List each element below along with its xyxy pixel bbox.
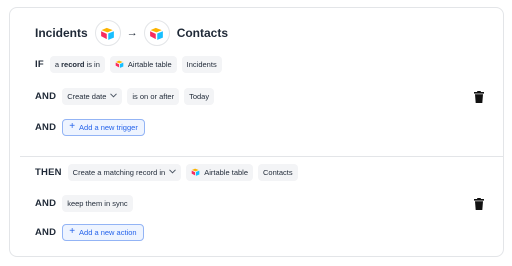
arrow-right-icon: →: [126, 27, 138, 39]
operator-chip[interactable]: is on or after: [127, 87, 180, 105]
record-scope-chip[interactable]: a record is in: [49, 55, 105, 73]
then-keyword: THEN: [35, 166, 62, 178]
filter-condition-row: AND Create date is on or after Today: [35, 87, 219, 105]
then-action-row: THEN Create a matching record in Airtabl…: [35, 163, 303, 181]
chip-suffix: is in: [86, 59, 100, 69]
field-select[interactable]: Create date: [62, 87, 123, 105]
trash-icon[interactable]: [474, 197, 484, 210]
trash-icon[interactable]: [474, 90, 484, 103]
airtable-logo-icon: [143, 20, 170, 46]
add-trigger-button[interactable]: + Add a new trigger: [62, 118, 145, 136]
destination-table-chip[interactable]: Contacts: [258, 163, 298, 181]
sync-option-row: AND keep them in sync: [35, 194, 138, 212]
add-trigger-label: Add a new trigger: [79, 122, 138, 132]
chevron-down-icon: [169, 168, 177, 176]
destination-app-chip[interactable]: Airtable table: [186, 163, 253, 181]
airtable-logo-icon: [94, 20, 121, 46]
add-action-label: Add a new action: [79, 227, 137, 237]
field-select-label: Create date: [67, 91, 107, 101]
sync-rule-card: Incidents → Contacts IF a record is in A…: [9, 7, 504, 257]
add-action-row: AND + Add a new action: [35, 223, 144, 241]
add-trigger-row: AND + Add a new trigger: [35, 118, 145, 136]
destination-app-label: Airtable table: [204, 167, 248, 177]
plus-icon: +: [69, 121, 76, 132]
airtable-logo-icon: [115, 60, 124, 68]
destination-table-name: Contacts: [176, 26, 229, 40]
add-action-button[interactable]: + Add a new action: [62, 223, 144, 241]
source-app-label: Airtable table: [127, 59, 172, 69]
sync-title: Incidents → Contacts: [35, 20, 228, 46]
value-chip[interactable]: Today: [184, 87, 215, 105]
action-select-label: Create a matching record in: [72, 167, 166, 177]
source-table-name: Incidents: [35, 26, 88, 40]
source-app-chip[interactable]: Airtable table: [109, 55, 177, 73]
chip-prefix: a: [54, 59, 60, 69]
action-select[interactable]: Create a matching record in: [67, 163, 182, 181]
airtable-logo-icon: [191, 168, 200, 176]
chevron-down-icon: [110, 92, 118, 100]
and-keyword: AND: [35, 197, 57, 209]
and-keyword: AND: [35, 121, 57, 133]
plus-icon: +: [69, 226, 76, 237]
source-table-chip[interactable]: Incidents: [181, 55, 222, 73]
chip-bold: record: [61, 59, 85, 69]
if-condition-row: IF a record is in Airtable table Inciden…: [35, 55, 227, 73]
and-keyword: AND: [35, 90, 57, 102]
and-keyword: AND: [35, 226, 57, 238]
keep-in-sync-chip[interactable]: keep them in sync: [62, 194, 133, 212]
if-keyword: IF: [35, 58, 44, 70]
section-divider: [20, 156, 503, 157]
